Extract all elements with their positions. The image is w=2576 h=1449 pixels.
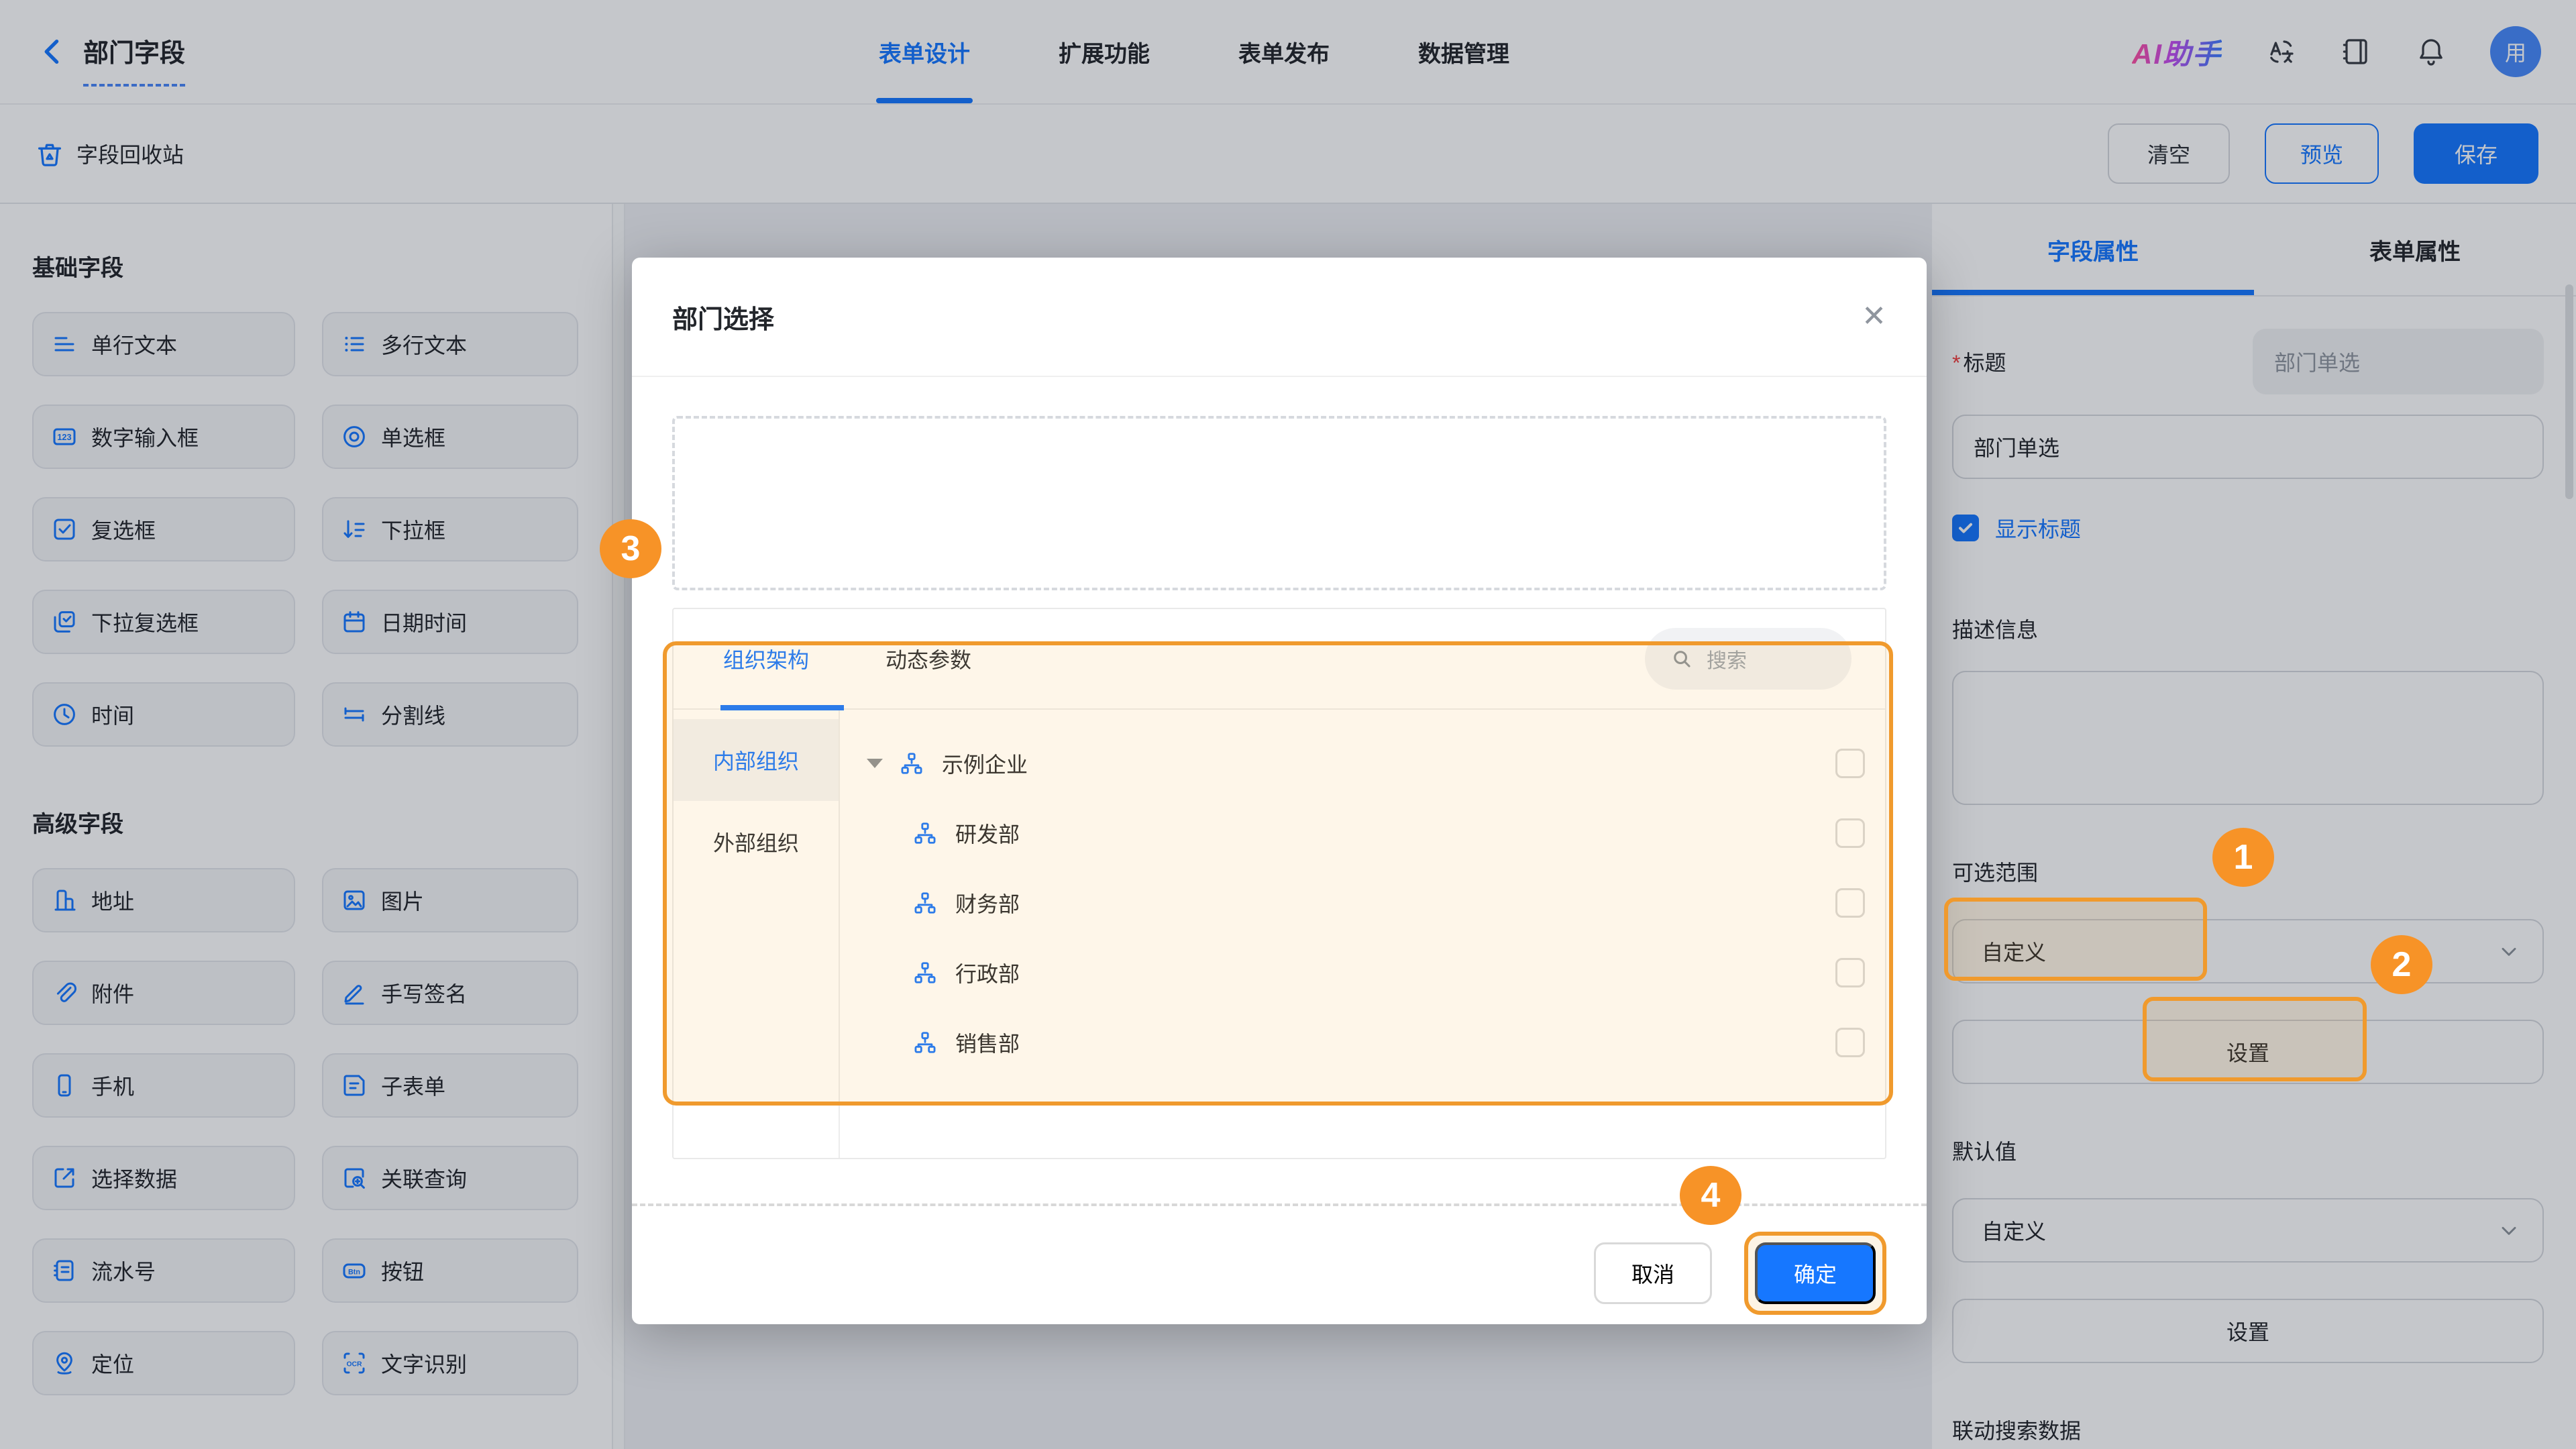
org-icon (912, 960, 938, 985)
modal-footer: 取消 确定 (632, 1206, 1927, 1315)
tree-node-label: 财务部 (955, 892, 1020, 916)
tree-node-label: 研发部 (955, 822, 1020, 847)
tree-row-dept[interactable]: 财务部 (867, 868, 1865, 938)
tree-node-label: 示例企业 (942, 753, 1028, 777)
close-icon[interactable]: ✕ (1862, 302, 1886, 331)
picker-tabs-row: 组织架构 动态参数 搜索 (674, 609, 1885, 710)
tree-node-label: 销售部 (955, 1032, 1020, 1056)
tree-row-dept[interactable]: 研发部 (867, 798, 1865, 868)
tour-step-badge-4: 4 (1680, 1166, 1741, 1225)
tree-row-dept[interactable]: 行政部 (867, 938, 1865, 1008)
confirm-button[interactable]: 确定 (1755, 1242, 1876, 1304)
tour-step-badge-3: 3 (600, 519, 661, 578)
search-placeholder: 搜索 (1707, 650, 1747, 672)
ok-button-highlight-ring: 确定 (1744, 1232, 1886, 1315)
tour-step-badge-2: 2 (2371, 935, 2432, 994)
tree-checkbox[interactable] (1835, 958, 1865, 987)
modal-title: 部门选择 (672, 305, 775, 334)
org-scope-list: 内部组织 外部组织 (674, 710, 840, 1158)
picker-search-input[interactable]: 搜索 (1645, 628, 1851, 690)
org-icon (912, 890, 938, 916)
org-icon (899, 751, 924, 776)
modal-header: 部门选择 ✕ (632, 258, 1927, 377)
tree-row-dept[interactable]: 销售部 (867, 1008, 1865, 1077)
field-drop-placeholder (672, 416, 1886, 590)
picker-body: 内部组织 外部组织 示例企业 研发部 财务部 行政部 销售部 (674, 710, 1885, 1158)
scope-internal-org[interactable]: 内部组织 (674, 719, 839, 801)
tab-dynamic-params[interactable]: 动态参数 (885, 643, 971, 674)
org-tree: 示例企业 研发部 财务部 行政部 销售部 (840, 710, 1885, 1158)
tree-checkbox[interactable] (1835, 888, 1865, 918)
search-icon (1674, 651, 1690, 667)
cancel-button[interactable]: 取消 (1594, 1242, 1712, 1304)
department-picker: 组织架构 动态参数 搜索 内部组织 外部组织 示例企业 研发部 财务部 行政部 … (672, 608, 1886, 1159)
scope-external-org[interactable]: 外部组织 (674, 801, 839, 883)
caret-down-icon[interactable] (867, 759, 883, 768)
tree-row-root[interactable]: 示例企业 (867, 729, 1865, 798)
org-icon (912, 1030, 938, 1055)
tab-org-structure[interactable]: 组织架构 (720, 643, 845, 710)
department-select-modal: 部门选择 ✕ 组织架构 动态参数 搜索 内部组织 外部组织 示例企业 研发部 财… (632, 258, 1927, 1324)
tree-node-label: 行政部 (955, 962, 1020, 986)
tour-step-badge-1: 1 (2212, 828, 2274, 887)
tree-checkbox[interactable] (1835, 818, 1865, 848)
tree-checkbox[interactable] (1835, 1028, 1865, 1057)
tree-checkbox[interactable] (1835, 749, 1865, 778)
org-icon (912, 820, 938, 846)
